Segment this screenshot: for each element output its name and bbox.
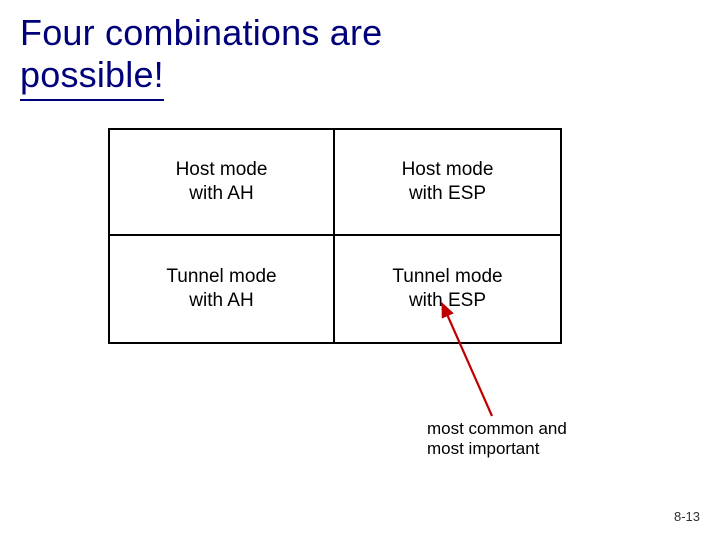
slide: Four combinations are possible! Host mod… bbox=[0, 0, 720, 540]
page-number: 8-13 bbox=[674, 509, 700, 524]
table-row: Tunnel mode with AH Tunnel mode with ESP bbox=[110, 236, 560, 342]
cell-line-2: with AH bbox=[189, 183, 253, 204]
cell-line-1: Tunnel mode bbox=[392, 266, 502, 287]
cell-tunnel-esp: Tunnel mode with ESP bbox=[335, 236, 560, 342]
title-line-1: Four combinations are bbox=[20, 12, 382, 53]
title-line-2: possible! bbox=[20, 54, 164, 100]
cell-host-ah: Host mode with AH bbox=[110, 130, 335, 234]
cell-line-2: with AH bbox=[189, 290, 253, 311]
cell-line-1: Host mode bbox=[402, 159, 494, 180]
cell-line-2: with ESP bbox=[409, 183, 486, 204]
cell-host-esp: Host mode with ESP bbox=[335, 130, 560, 234]
annotation-line-1: most common and bbox=[427, 419, 567, 438]
table-row: Host mode with AH Host mode with ESP bbox=[110, 130, 560, 236]
cell-line-2: with ESP bbox=[409, 290, 486, 311]
cell-line-1: Host mode bbox=[176, 159, 268, 180]
slide-title: Four combinations are possible! bbox=[20, 12, 700, 101]
cell-tunnel-ah: Tunnel mode with AH bbox=[110, 236, 335, 342]
annotation-line-2: most important bbox=[427, 439, 539, 458]
combination-table: Host mode with AH Host mode with ESP Tun… bbox=[108, 128, 562, 344]
cell-line-1: Tunnel mode bbox=[166, 266, 276, 287]
annotation-text: most common and most important bbox=[427, 419, 627, 460]
